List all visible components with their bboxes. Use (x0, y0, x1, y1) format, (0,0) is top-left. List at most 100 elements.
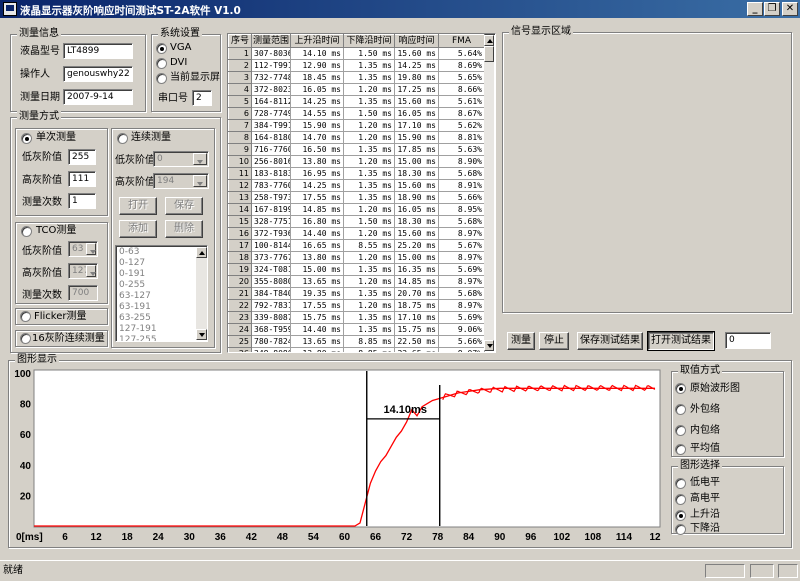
table-scrollbar[interactable] (484, 35, 494, 351)
flicker-radio[interactable] (20, 311, 31, 322)
single-high-input[interactable]: 111 (68, 171, 96, 187)
list-item[interactable]: 63-127 (116, 291, 207, 302)
table-row[interactable]: 22 792-7831 17.55 ms 1.20 ms 18.75 ms 8.97% (228, 299, 485, 312)
table-row[interactable]: 4 372-8023 16.05 ms 1.20 ms 17.25 ms 8.66% (228, 83, 485, 96)
col-header-response[interactable]: 响应时间 (394, 34, 439, 48)
row-index: 19 (228, 263, 252, 276)
delete-button[interactable]: 删除 (165, 220, 203, 238)
list-item[interactable]: 0-127 (116, 258, 207, 269)
scroll-up-icon[interactable] (484, 35, 494, 46)
table-row[interactable]: 17 100-8144 16.65 ms 8.55 ms 25.20 ms 5.67% (228, 239, 485, 252)
table-row[interactable]: 26348-808013.80 ms8.85 ms22.65 ms9.07% (228, 347, 485, 352)
scroll-thumb[interactable] (484, 46, 494, 62)
graph-select-radio-1[interactable] (675, 494, 686, 505)
col-header-fall[interactable]: 下降沿时间 (343, 34, 395, 48)
table-row[interactable]: 20 355-8080 13.65 ms 1.20 ms 14.85 ms 8.97% (228, 275, 485, 288)
table-row[interactable]: 18 373-7767 13.80 ms 1.20 ms 15.00 ms 8.97% (228, 251, 485, 264)
table-row[interactable]: 23 339-8087 15.75 ms 1.35 ms 17.10 ms 5.69% (228, 311, 485, 324)
operator-input[interactable]: genouswhy22 (63, 66, 133, 82)
table-row[interactable]: 6 728-7749 14.55 ms 1.50 ms 16.05 ms 8.67% (228, 107, 485, 120)
open-button[interactable]: 打开 (119, 197, 157, 215)
serial-port-input[interactable]: 2 (192, 90, 212, 106)
chevron-down-icon[interactable] (86, 265, 96, 277)
list-item[interactable]: 63-191 (116, 302, 207, 313)
tco-low-select[interactable]: 63 (68, 241, 98, 257)
col-header-fma[interactable]: FMA (438, 34, 485, 48)
stop-button[interactable]: 停止 (539, 332, 569, 350)
table-row[interactable]: 2 112-T991 12.90 ms 1.35 ms 14.25 ms 8.69% (228, 59, 485, 72)
table-row[interactable]: 3 732-7748 18.45 ms 1.35 ms 19.80 ms 5.65% (228, 71, 485, 84)
col-header-rise[interactable]: 上升沿时间 (290, 34, 344, 48)
scroll-down-icon[interactable] (196, 329, 207, 340)
chevron-down-icon[interactable] (193, 175, 207, 187)
table-row[interactable]: 9 716-7760 16.50 ms 1.35 ms 17.85 ms 5.63% (228, 143, 485, 156)
tco-measure-radio[interactable] (21, 226, 32, 237)
date-input[interactable]: 2007-9-14 (63, 89, 133, 105)
restore-button[interactable]: ❐ (764, 2, 780, 16)
col-header-index[interactable]: 序号 (228, 34, 252, 48)
model-input[interactable]: LT4899 (63, 43, 133, 59)
measure-button[interactable]: 测量 (507, 332, 535, 350)
dvi-radio[interactable] (156, 58, 167, 69)
value-mode-radio-1[interactable] (675, 404, 686, 415)
fma-cell: 5.68% (438, 287, 485, 300)
counter-field[interactable]: 0 (725, 332, 771, 349)
table-row[interactable]: 21 384-T840 19.35 ms 1.35 ms 20.70 ms 5.68% (228, 287, 485, 300)
graph-select-radio-2[interactable] (675, 510, 686, 521)
value-mode-radio-3[interactable] (675, 444, 686, 455)
scroll-down-icon[interactable] (484, 340, 494, 351)
table-row[interactable]: 15 328-7751 16.80 ms 1.50 ms 18.30 ms 5.68% (228, 215, 485, 228)
value-mode-radio-2[interactable] (675, 425, 686, 436)
table-row[interactable]: 7 384-T991 15.90 ms 1.20 ms 17.10 ms 5.62% (228, 119, 485, 132)
row-index: 23 (228, 311, 252, 324)
list-item[interactable]: 63-255 (116, 313, 207, 324)
list-item[interactable]: 127-191 (116, 324, 207, 335)
continuous-low-select[interactable]: 0 (153, 151, 209, 167)
table-row[interactable]: 1 307-8036 14.10 ms 1.50 ms 15.60 ms 5.64% (228, 47, 485, 60)
gray16-radio[interactable] (20, 333, 31, 344)
table-row[interactable]: 24 368-T959 14.40 ms 1.35 ms 15.75 ms 9.06% (228, 323, 485, 336)
open-result-button[interactable]: 打开测试结果 (648, 332, 714, 350)
fall-cell: 1.35 ms (343, 71, 395, 84)
scroll-up-icon[interactable] (196, 247, 207, 258)
list-scrollbar[interactable] (196, 247, 207, 340)
fall-cell: 1.50 ms (343, 107, 395, 120)
single-low-input[interactable]: 255 (68, 149, 96, 165)
table-row[interactable]: 5 164-8112 14.25 ms 1.35 ms 15.60 ms 5.61% (228, 95, 485, 108)
title-bar: 液晶显示器灰阶响应时间测试ST-2A软件 V1.0 _ ❐ ✕ (0, 0, 800, 18)
vga-radio[interactable] (156, 43, 167, 54)
table-row[interactable]: 10 256-8016 13.80 ms 1.20 ms 15.00 ms 8.90% (228, 155, 485, 168)
minimize-button[interactable]: _ (747, 2, 763, 16)
save-button[interactable]: 保存 (165, 197, 203, 215)
table-row[interactable]: 25 780-7824 13.65 ms 8.85 ms 22.50 ms 5.66% (228, 335, 485, 348)
chevron-down-icon[interactable] (193, 153, 207, 165)
save-result-button[interactable]: 保存测试结果 (577, 332, 643, 350)
table-row[interactable]: 14 167-8199 14.85 ms 1.20 ms 16.05 ms 8.95% (228, 203, 485, 216)
table-row[interactable]: 12 783-7760 14.25 ms 1.35 ms 15.60 ms 8.91% (228, 179, 485, 192)
single-measure-radio[interactable] (21, 133, 32, 144)
add-button[interactable]: 添加 (119, 220, 157, 238)
continuous-measure-radio[interactable] (117, 133, 128, 144)
graph-select-radio-3[interactable] (675, 524, 686, 535)
table-row[interactable]: 8 164-8180 14.70 ms 1.20 ms 15.90 ms 8.81% (228, 131, 485, 144)
list-item[interactable]: 0-63 (116, 247, 207, 258)
table-row[interactable]: 11 183-8183 16.95 ms 1.35 ms 18.30 ms 5.68% (228, 167, 485, 180)
list-item[interactable]: 127-255 (116, 335, 207, 341)
single-count-input[interactable]: 1 (68, 193, 96, 209)
table-row[interactable]: 16 372-T936 14.40 ms 1.20 ms 15.60 ms 8.97% (228, 227, 485, 240)
list-item[interactable]: 0-191 (116, 269, 207, 280)
current-display-radio[interactable] (156, 73, 167, 84)
list-item[interactable]: 0-255 (116, 280, 207, 291)
tco-count-input[interactable]: 700 (68, 285, 98, 301)
table-row[interactable]: 13 258-T973 17.55 ms 1.35 ms 18.90 ms 5.66% (228, 191, 485, 204)
graph-select-radio-0[interactable] (675, 478, 686, 489)
range-list[interactable]: 0-63 0-127 0-191 0-255 63-127 63-191 63-… (115, 245, 208, 342)
continuous-high-select[interactable]: 194 (153, 173, 209, 189)
col-header-range[interactable]: 测量范围 (251, 34, 291, 48)
tco-high-select[interactable]: 127 (68, 263, 98, 279)
range-cell: 384-T840 (251, 287, 291, 300)
close-button[interactable]: ✕ (782, 2, 798, 16)
chevron-down-icon[interactable] (86, 243, 96, 255)
value-mode-radio-0[interactable] (675, 383, 686, 394)
table-row[interactable]: 19 324-T081 15.00 ms 1.35 ms 16.35 ms 5.69% (228, 263, 485, 276)
